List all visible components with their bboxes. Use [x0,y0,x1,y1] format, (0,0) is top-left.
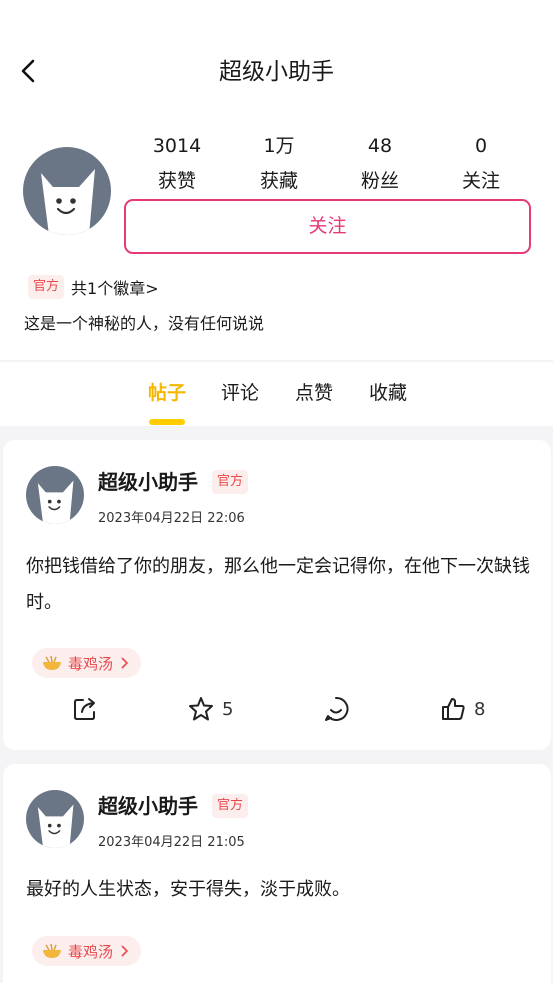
avatar[interactable] [23,147,111,235]
cat-mascot-icon [37,804,74,848]
topic-tag[interactable]: 毒鸡汤 [32,936,142,966]
post-avatar[interactable] [26,466,84,524]
content-tabs: 帖子 评论 点赞 收藏 [0,362,553,426]
comment-icon [325,696,349,721]
stat-likes-value: 3014 [152,135,202,157]
post-time: 2023年04月22日 22:06 [98,511,245,526]
follow-button[interactable]: 关注 [124,199,531,254]
stat-fans-value: 48 [367,135,393,157]
stat-likes-label: 获赞 [157,170,196,192]
stat-following[interactable]: 0 关注 [431,133,531,194]
official-badge: 官方 [212,794,249,818]
official-badge: 官方 [212,470,249,494]
stat-collected-label: 获藏 [259,170,298,192]
cat-mascot-icon [37,480,74,524]
stat-following-value: 0 [474,135,488,157]
star-icon [189,697,213,721]
official-badge: 官方 [28,275,65,299]
page-title: 超级小助手 [219,59,334,85]
medals-link[interactable]: 共1个徽章> [71,275,159,299]
post-time: 2023年04月22日 21:05 [98,835,245,850]
comment-button[interactable] [323,696,349,722]
chevron-right-icon [121,945,129,957]
tab-favorites[interactable]: 收藏 [369,379,407,407]
official-row: 官方 共1个徽章> [28,275,159,299]
post-card[interactable]: 超级小助手 官方 2023年04月22日 21:05 最好的人生状态，安于得失，… [3,764,551,983]
thumbs-up-icon [442,698,465,720]
stat-following-label: 关注 [461,170,500,192]
stat-fans-label: 粉丝 [360,170,399,192]
post-content: 你把钱借给了你的朋友，那么他一定会记得你，在他下一次缺钱时。 [26,556,530,613]
tab-comments[interactable]: 评论 [221,379,259,407]
active-tab-indicator [149,419,185,425]
stat-collected[interactable]: 1万 获藏 [229,133,329,194]
share-icon [74,698,95,720]
topic-tag-label: 毒鸡汤 [68,942,114,961]
topic-tag[interactable]: 毒鸡汤 [32,648,142,678]
tab-likes[interactable]: 点赞 [295,379,333,407]
share-button[interactable] [72,696,98,722]
star-button[interactable]: 5 [188,696,233,722]
post-author[interactable]: 超级小助手 [98,792,198,820]
chevron-right-icon [121,657,129,669]
topic-tag-label: 毒鸡汤 [68,654,114,673]
cat-mascot-icon [41,169,95,235]
post-card[interactable]: 超级小助手 官方 2023年04月22日 22:06 你把钱借给了你的朋友，那么… [3,440,551,750]
like-count: 8 [474,698,486,720]
like-button[interactable]: 8 [440,696,485,722]
post-content: 最好的人生状态，安于得失，淡于成败。 [26,879,350,900]
tab-posts[interactable]: 帖子 [148,379,186,407]
noodle-bowl-icon [43,943,61,958]
profile-header: 超级小助手 3014 获赞 1万 获藏 48 粉丝 0 关注 关注 官方 共1个… [0,0,553,360]
stat-likes[interactable]: 3014 获赞 [127,133,227,194]
star-count: 5 [222,698,234,720]
stat-fans[interactable]: 48 粉丝 [330,133,430,194]
noodle-bowl-icon [43,655,61,670]
post-author[interactable]: 超级小助手 [98,468,198,496]
post-avatar[interactable] [26,790,84,848]
stat-collected-value: 1万 [263,135,295,157]
profile-bio: 这是一个神秘的人，没有任何说说 [24,314,265,333]
